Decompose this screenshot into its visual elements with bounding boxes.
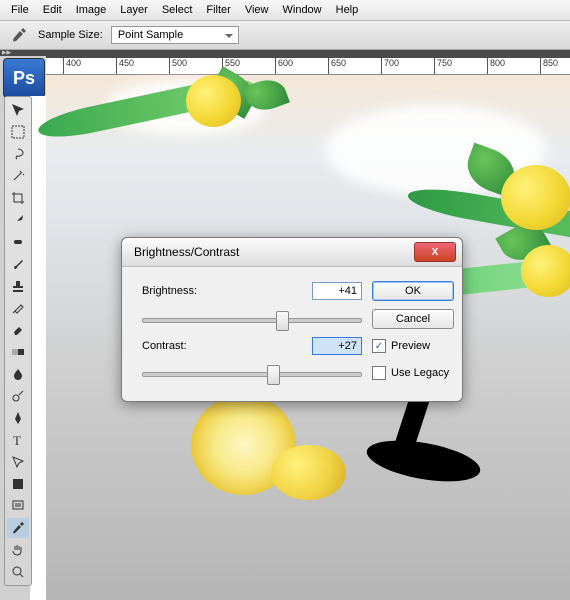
menu-image[interactable]: Image [69,2,114,18]
contrast-input[interactable]: +27 [312,337,362,355]
marquee-tool-icon[interactable] [7,122,29,142]
ruler-tick: 800 [487,58,540,74]
toolbox: T [4,96,32,586]
type-tool-icon[interactable]: T [7,430,29,450]
hand-tool-icon[interactable] [7,540,29,560]
menu-view[interactable]: View [238,2,276,18]
preview-checkbox[interactable]: ✓Preview [372,339,472,353]
legacy-label: Use Legacy [391,367,449,379]
menu-filter[interactable]: Filter [199,2,237,18]
notes-tool-icon[interactable] [7,496,29,516]
stamp-tool-icon[interactable] [7,276,29,296]
brightness-label: Brightness: [142,285,222,297]
move-tool-icon[interactable] [7,100,29,120]
zoom-tool-icon[interactable] [7,562,29,582]
cancel-button[interactable]: Cancel [372,309,454,329]
ruler-tick: 700 [381,58,434,74]
app-logo: Ps [3,58,45,98]
close-button[interactable]: X [414,242,456,262]
ruler-tick: 450 [116,58,169,74]
eyedropper-tool-icon[interactable] [7,518,29,538]
document-tab-strip: ▸▸ [0,50,570,58]
menu-help[interactable]: Help [329,2,366,18]
ruler-tick: 500 [169,58,222,74]
heal-tool-icon[interactable] [7,232,29,252]
history-brush-icon[interactable] [7,298,29,318]
dialog-titlebar[interactable]: Brightness/Contrast X [122,238,462,267]
brush-tool-icon[interactable] [7,254,29,274]
menu-file[interactable]: File [4,2,36,18]
contrast-label: Contrast: [142,340,222,352]
ruler-tick: 650 [328,58,381,74]
contrast-slider[interactable] [142,363,362,383]
wand-tool-icon[interactable] [7,166,29,186]
ruler-tick: 850 [540,58,570,74]
brightness-input[interactable]: +41 [312,282,362,300]
menu-window[interactable]: Window [276,2,329,18]
ruler-tick: 350 [46,58,63,74]
dodge-tool-icon[interactable] [7,386,29,406]
slice-tool-icon[interactable] [7,210,29,230]
gradient-tool-icon[interactable] [7,342,29,362]
ruler-tick: 600 [275,58,328,74]
pen-tool-icon[interactable] [7,408,29,428]
eraser-tool-icon[interactable] [7,320,29,340]
ruler-tick: 750 [434,58,487,74]
sample-size-dropdown[interactable]: Point Sample [111,26,239,44]
crop-tool-icon[interactable] [7,188,29,208]
blur-tool-icon[interactable] [7,364,29,384]
brightness-contrast-dialog: Brightness/Contrast X Brightness: +41 OK… [121,237,463,402]
preview-label: Preview [391,340,430,352]
eyedropper-icon[interactable] [8,25,30,45]
vertical-ruler [30,96,47,600]
horizontal-ruler: 350 400 450 500 550 600 650 700 750 800 … [46,58,570,75]
legacy-checkbox[interactable]: Use Legacy [372,366,472,380]
menu-edit[interactable]: Edit [36,2,69,18]
menu-bar: File Edit Image Layer Select Filter View… [0,0,570,21]
left-column: Ps T [0,56,46,600]
sample-size-label: Sample Size: [38,29,103,41]
ok-button[interactable]: OK [372,281,454,301]
path-select-icon[interactable] [7,452,29,472]
lasso-tool-icon[interactable] [7,144,29,164]
dialog-title: Brightness/Contrast [134,245,239,259]
menu-layer[interactable]: Layer [113,2,155,18]
menu-select[interactable]: Select [155,2,200,18]
shape-tool-icon[interactable] [7,474,29,494]
ruler-tick: 400 [63,58,116,74]
options-bar: Sample Size: Point Sample [0,21,570,50]
brightness-slider[interactable] [142,309,362,329]
canvas[interactable]: Brightness/Contrast X Brightness: +41 OK… [46,75,570,600]
svg-text:T: T [13,433,21,447]
